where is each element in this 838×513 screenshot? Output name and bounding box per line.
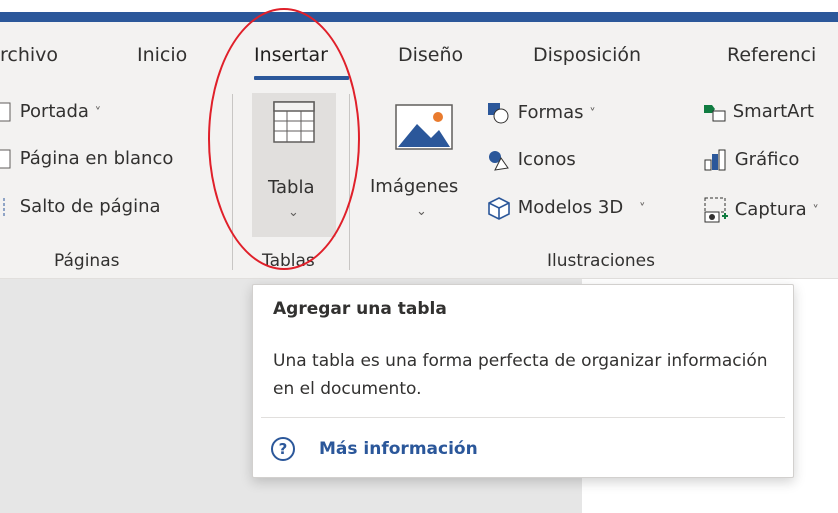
picture-icon — [395, 104, 453, 150]
portada-icon — [0, 102, 11, 122]
tab-archivo[interactable]: rchivo — [0, 44, 58, 66]
screenshot-icon — [704, 197, 728, 223]
imagenes-button[interactable]: Imágenes ⌄ — [370, 96, 474, 236]
pagina-en-blanco-button[interactable]: Página en blanco — [0, 148, 173, 170]
tooltip: Agregar una tabla Una tabla es una forma… — [252, 284, 794, 478]
iconos-label: Iconos — [517, 149, 576, 170]
chevron-down-icon: ˅ — [94, 106, 102, 121]
title-bar — [0, 0, 838, 22]
modelos-3d-label: Modelos 3D — [517, 197, 624, 218]
smartart-label: SmartArt — [732, 101, 814, 122]
ribbon-tabs: rchivo Inicio Insertar Diseño Disposició… — [0, 22, 838, 80]
tab-disposicion[interactable]: Disposición — [533, 44, 641, 66]
annotation-ellipse — [208, 8, 360, 270]
tooltip-divider — [261, 417, 785, 418]
shapes-icon — [488, 103, 509, 124]
portada-label: Portada — [19, 101, 89, 122]
portada-button[interactable]: Portada ˅ — [0, 101, 101, 123]
smartart-button[interactable]: SmartArt — [703, 101, 814, 123]
chart-icon — [704, 149, 726, 171]
more-info-link[interactable]: Más información — [319, 439, 478, 459]
salto-de-pagina-button[interactable]: Salto de página — [0, 196, 161, 218]
help-icon[interactable]: ? — [271, 437, 295, 461]
title-bar-accent — [0, 12, 838, 22]
modelos-3d-button[interactable]: Modelos 3D ˅ — [486, 196, 645, 220]
pagina-en-blanco-label: Página en blanco — [19, 148, 174, 169]
imagenes-label: Imágenes — [370, 176, 459, 197]
tooltip-body: Una tabla es una forma perfecta de organ… — [273, 351, 768, 399]
formas-label: Formas — [517, 102, 584, 123]
tooltip-title: Agregar una tabla — [273, 299, 447, 319]
captura-button[interactable]: Captura ˅ — [703, 196, 819, 224]
chevron-down-icon: ˅ — [638, 202, 646, 217]
group-label-paginas: Páginas — [54, 251, 120, 271]
group-label-ilustraciones: Ilustraciones — [547, 251, 656, 271]
chevron-down-icon: ˅ — [589, 107, 596, 122]
chevron-down-icon: ˅ — [812, 204, 819, 219]
iconos-button[interactable]: Iconos — [486, 148, 576, 172]
page-break-icon — [3, 198, 5, 216]
captura-label: Captura — [734, 199, 807, 220]
cube-icon — [488, 197, 510, 220]
grafico-button[interactable]: Gráfico — [703, 148, 799, 172]
chevron-down-icon: ⌄ — [416, 204, 427, 219]
smartart-icon — [704, 105, 726, 122]
tab-referencias[interactable]: Referenci — [727, 44, 816, 66]
grafico-label: Gráfico — [734, 149, 800, 170]
tab-diseno[interactable]: Diseño — [398, 44, 463, 66]
formas-button[interactable]: Formas ˅ — [486, 101, 596, 125]
icons-icon — [489, 151, 509, 171]
salto-de-pagina-label: Salto de página — [19, 196, 161, 217]
blank-page-icon — [0, 149, 11, 169]
tab-inicio[interactable]: Inicio — [137, 44, 187, 66]
